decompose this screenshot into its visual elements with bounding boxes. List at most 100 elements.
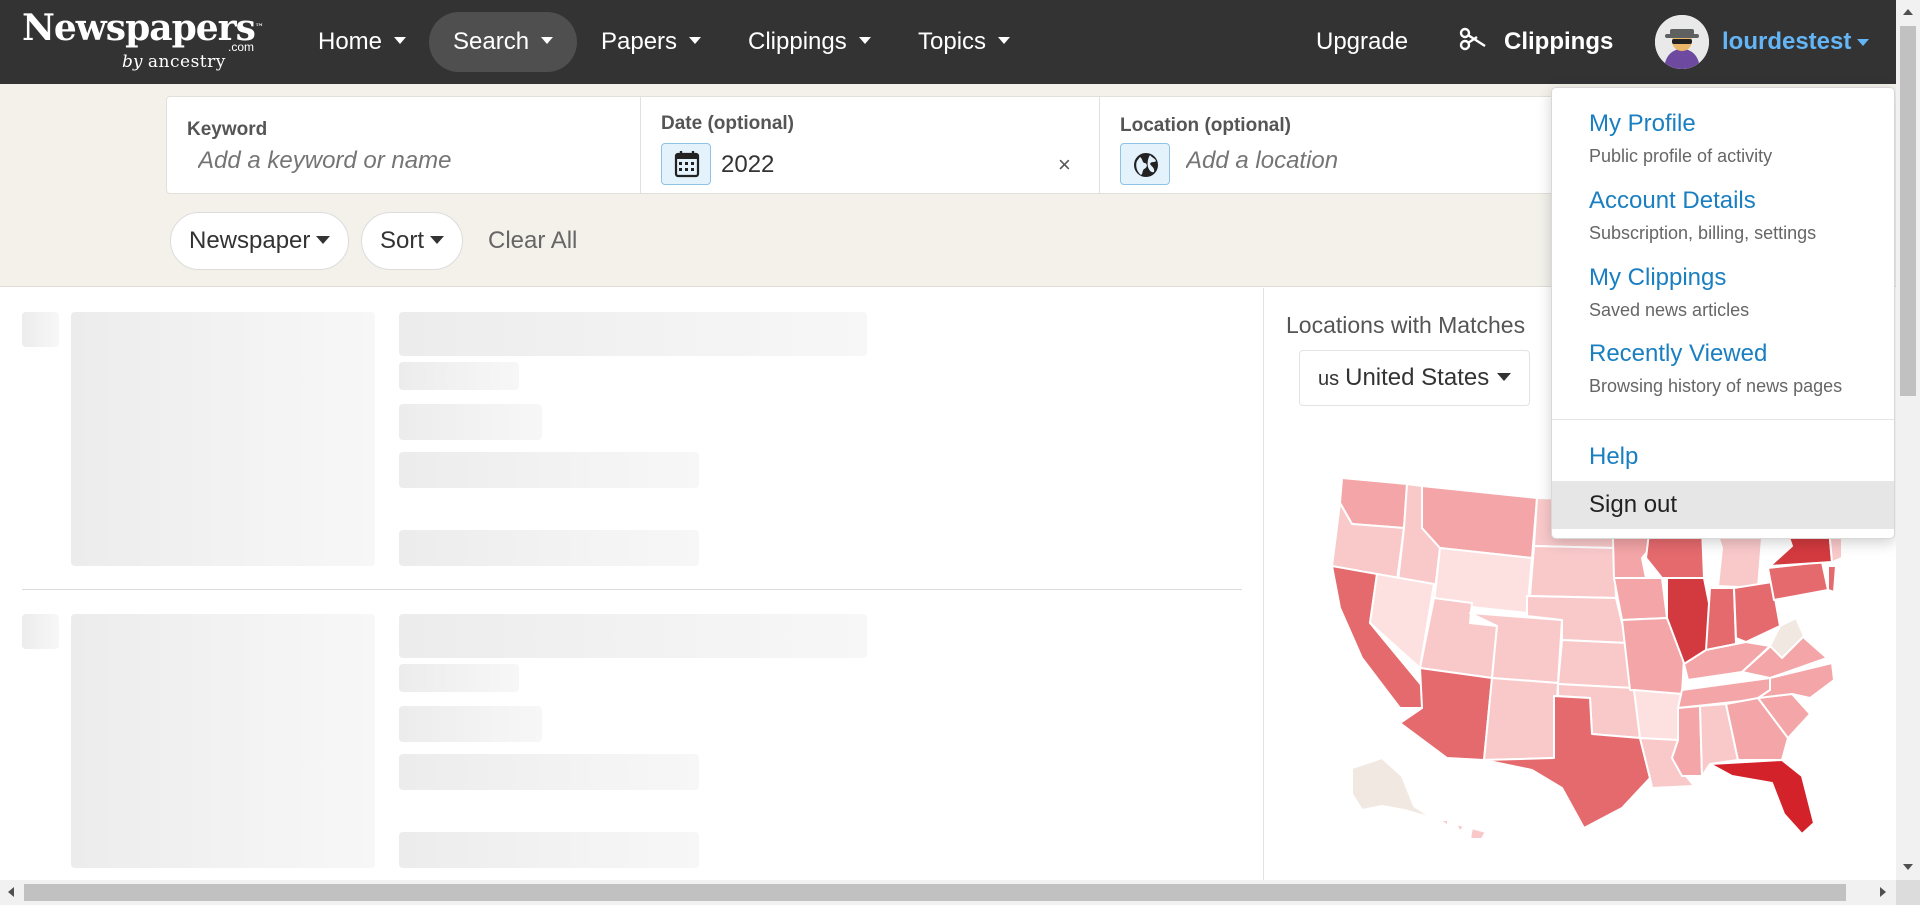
map-state-nm [1483,677,1559,761]
date-clear-x[interactable]: × [1058,152,1071,178]
menu-account-details[interactable]: Account Details Subscription, billing, s… [1552,187,1894,244]
map-state-ks [1557,639,1631,689]
map-state-nj [1827,565,1837,593]
result-title-placeholder [399,312,867,356]
nav-papers[interactable]: Papers [577,12,725,72]
logo-tm: ™ [254,23,264,33]
sort-label: Sort [380,227,425,254]
menu-item-subtitle: Browsing history of news pages [1589,376,1843,396]
result-line-placeholder [399,530,699,566]
clippings-link[interactable]: Clippings [1504,12,1613,72]
menu-item-title: My Clippings [1589,264,1727,291]
map-state-fl [1709,759,1815,835]
menu-help[interactable]: Help [1552,443,1894,471]
result-divider [22,589,1242,590]
chevron-down-icon [541,37,554,45]
location-input[interactable] [1186,147,1606,175]
vertical-scrollbar[interactable] [1896,0,1920,880]
scrollbar-corner [1896,880,1920,905]
newspaper-filter-button[interactable]: Newspaper [170,212,350,270]
keyword-field: Keyword [167,97,640,193]
search-results-loading [0,288,1264,880]
menu-item-title: Recently Viewed [1589,340,1768,367]
chevron-down-icon [1497,372,1512,381]
scroll-left-icon[interactable] [8,887,14,897]
result-line-placeholder [399,362,519,390]
menu-item-subtitle: Saved news articles [1589,300,1750,320]
nav-home[interactable]: Home [294,12,430,72]
user-menu-toggle[interactable]: lourdestest [1722,12,1870,72]
horizontal-scrollbar[interactable] [0,880,1896,905]
logo-com: .com [228,40,255,54]
nav-papers-label: Papers [601,28,678,55]
chevron-down-icon [430,235,445,244]
map-state-ut [1419,597,1498,679]
keyword-label: Keyword [187,119,268,140]
nav-topics[interactable]: Topics [894,12,1034,72]
nav-clippings-label: Clippings [748,28,847,55]
menu-item-subtitle: Subscription, billing, settings [1589,223,1817,243]
top-navigation-bar: Newspapers™ .com by ancestry Home Search… [0,0,1896,84]
nav-home-label: Home [318,28,383,55]
map-state-ak [1351,757,1433,819]
vertical-scroll-thumb[interactable] [1900,26,1916,396]
result-line-placeholder [399,832,699,868]
country-name: United States [1345,364,1490,391]
location-globe-button[interactable] [1120,143,1170,185]
menu-recently-viewed[interactable]: Recently Viewed Browsing history of news… [1552,340,1894,397]
result-checkbox-placeholder [22,614,59,649]
menu-sign-out[interactable]: Sign out [1552,481,1894,529]
result-line-placeholder [399,452,699,488]
result-thumbnail-placeholder [71,312,375,566]
scroll-right-icon[interactable] [1880,887,1886,897]
result-line-placeholder [399,664,519,692]
avatar[interactable] [1655,15,1709,69]
nav-clippings[interactable]: Clippings [724,12,895,72]
username-label: lourdestest [1722,28,1852,55]
result-line-placeholder [399,404,542,440]
chevron-down-icon [316,235,331,244]
scroll-down-icon[interactable] [1903,864,1913,870]
horizontal-scroll-thumb[interactable] [24,884,1846,901]
result-line-placeholder [399,706,542,742]
logo-word-text: Newspapers [22,7,256,49]
location-label: Location (optional) [1120,115,1291,136]
menu-item-title: Account Details [1589,187,1756,214]
scroll-up-icon[interactable] [1903,9,1913,15]
nav-search-label: Search [453,28,530,55]
logo-partner: ancestry [147,52,226,72]
menu-help-label: Help [1589,443,1639,470]
map-state-pa [1767,561,1829,601]
user-dropdown-menu: My Profile Public profile of activity Ac… [1551,87,1895,539]
menu-my-profile[interactable]: My Profile Public profile of activity [1552,110,1894,167]
date-field: Date (optional) 2022 [640,97,1099,193]
scissors-icon [1459,27,1486,51]
chevron-down-icon [998,37,1011,45]
clear-all-link[interactable]: Clear All [488,212,577,270]
result-line-placeholder [399,754,699,790]
avatar-spy-icon [1655,15,1709,69]
date-picker-button[interactable] [661,143,711,185]
menu-my-clippings[interactable]: My Clippings Saved news articles [1552,264,1894,321]
logo-by: by [122,52,143,72]
chevron-down-icon [689,37,702,45]
country-code: us [1318,368,1340,390]
map-state-ar [1633,689,1683,741]
result-checkbox-placeholder [22,312,59,347]
map-state-in [1705,587,1737,651]
result-title-placeholder [399,614,867,658]
sort-button[interactable]: Sort [361,212,464,270]
date-value[interactable]: 2022 [721,151,774,179]
map-state-hi [1439,819,1487,838]
map-state-sd [1529,545,1617,599]
nav-topics-label: Topics [918,28,987,55]
keyword-input[interactable] [198,147,618,175]
calendar-icon [674,151,700,178]
country-select[interactable]: us United States [1299,350,1531,406]
map-state-ia [1613,577,1668,621]
nav-search[interactable]: Search [429,12,578,72]
newspapers-logo[interactable]: Newspapers™ .com by ancestry [22,6,264,78]
menu-item-title: My Profile [1589,110,1696,137]
chevron-down-icon [858,37,871,45]
upgrade-link[interactable]: Upgrade [1316,12,1408,72]
